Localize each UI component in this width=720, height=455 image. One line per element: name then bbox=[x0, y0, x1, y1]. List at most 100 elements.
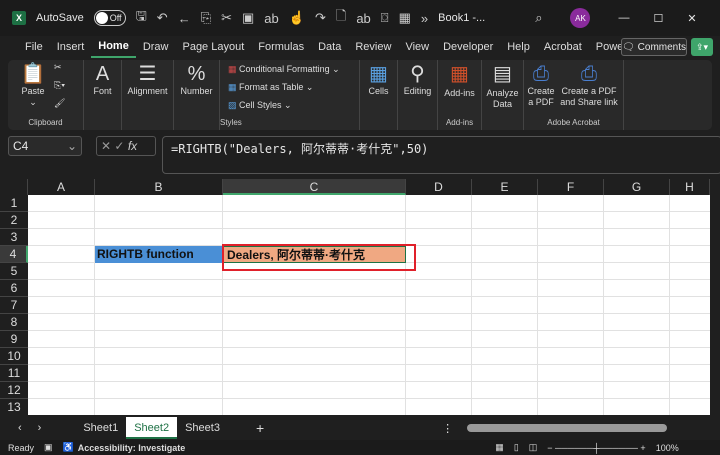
close-button[interactable]: ✕ bbox=[687, 12, 696, 25]
spreadsheet-grid[interactable]: A B C D E F G H 1 2 3 4 5 6 7 8 9 10 11 12 13 RIGHTB… bbox=[0, 179, 710, 415]
row-header-5[interactable]: 5 bbox=[0, 263, 28, 280]
zoom-level[interactable]: 100% bbox=[656, 443, 679, 453]
cell-b4[interactable]: RIGHTB function bbox=[95, 246, 223, 263]
paste-button[interactable]: 📋 Paste ⌄ bbox=[16, 62, 50, 108]
row-header-4[interactable]: 4 bbox=[0, 246, 28, 263]
search-icon[interactable]: ⌕ bbox=[535, 10, 542, 26]
font-group[interactable]: A Font bbox=[84, 60, 122, 130]
name-box[interactable]: C4 ⌄ bbox=[8, 136, 82, 156]
maximize-button[interactable]: ☐ bbox=[653, 12, 663, 25]
normal-view-icon[interactable]: ▦ bbox=[495, 442, 504, 453]
page-break-view-icon[interactable]: ◫ bbox=[529, 442, 538, 453]
scroll-left-icon[interactable]: ‹ bbox=[10, 422, 30, 434]
row-header-2[interactable]: 2 bbox=[0, 212, 28, 229]
strikethrough-icon[interactable]: ab bbox=[356, 11, 370, 26]
create-pdf-button[interactable]: ⎙ Create a PDF bbox=[526, 62, 556, 108]
row-header-7[interactable]: 7 bbox=[0, 297, 28, 314]
row-header-6[interactable]: 6 bbox=[0, 280, 28, 297]
more-options-icon[interactable]: ⋮ bbox=[442, 422, 453, 435]
tab-help[interactable]: Help bbox=[500, 36, 537, 58]
back-icon[interactable]: ← bbox=[178, 11, 191, 26]
tab-view[interactable]: View bbox=[398, 36, 436, 58]
tab-insert[interactable]: Insert bbox=[50, 36, 92, 58]
row-header-8[interactable]: 8 bbox=[0, 314, 28, 331]
row-header-1[interactable]: 1 bbox=[0, 195, 28, 212]
alignment-group[interactable]: ☰ Alignment bbox=[122, 60, 174, 130]
insert-function-icon[interactable]: fx bbox=[128, 139, 137, 153]
row-header-9[interactable]: 9 bbox=[0, 331, 28, 348]
macro-icon[interactable]: ▣ bbox=[44, 442, 53, 453]
format-as-table-button[interactable]: ▦ Format as Table ⌄ bbox=[228, 82, 313, 93]
column-header-b[interactable]: B bbox=[95, 179, 223, 195]
scroll-right-icon[interactable]: › bbox=[30, 422, 50, 434]
tab-formulas[interactable]: Formulas bbox=[251, 36, 311, 58]
tab-draw[interactable]: Draw bbox=[136, 36, 176, 58]
column-header-g[interactable]: G bbox=[604, 179, 670, 195]
create-share-pdf-button[interactable]: ⎙ Create a PDF and Share link bbox=[558, 62, 620, 108]
camera-icon[interactable]: ⌼ bbox=[381, 10, 389, 26]
save-icon[interactable]: 🖫 bbox=[136, 7, 147, 29]
minimize-button[interactable]: — bbox=[618, 12, 629, 24]
more-commands-icon[interactable]: » bbox=[421, 11, 428, 26]
cut-icon[interactable]: ✂ bbox=[221, 10, 232, 26]
cell-styles-button[interactable]: ▨ Cell Styles ⌄ bbox=[228, 100, 292, 111]
comments-button[interactable]: 🗨 Comments bbox=[621, 38, 687, 56]
chevron-down-icon[interactable]: ⌄ bbox=[67, 137, 77, 155]
touch-icon[interactable]: ☝ bbox=[289, 10, 305, 26]
accessibility-button[interactable]: Accessibility: Investigate bbox=[78, 443, 186, 453]
font-icon: A bbox=[95, 63, 110, 85]
column-header-e[interactable]: E bbox=[472, 179, 538, 195]
sheet-tab-3[interactable]: Sheet3 bbox=[177, 422, 228, 434]
cells-group[interactable]: ▦ Cells bbox=[360, 60, 398, 130]
undo-icon[interactable]: ↶ bbox=[157, 10, 168, 26]
row-header-10[interactable]: 10 bbox=[0, 348, 28, 365]
add-sheet-icon[interactable]: + bbox=[248, 420, 272, 436]
tab-page-layout[interactable]: Page Layout bbox=[175, 36, 251, 58]
addins-button[interactable]: Add-ins bbox=[438, 88, 481, 99]
analyze-data-button[interactable]: ▤ Analyze Data bbox=[482, 60, 524, 130]
sheet-tab-2[interactable]: Sheet2 bbox=[126, 417, 178, 439]
formula-input[interactable]: =RIGHTB("Dealers, 阿尔蒂蒂·考什克",50) bbox=[162, 136, 720, 174]
row-header-3[interactable]: 3 bbox=[0, 229, 28, 246]
row-header-13[interactable]: 13 bbox=[0, 399, 28, 415]
column-header-c[interactable]: C bbox=[223, 179, 406, 195]
tab-developer[interactable]: Developer bbox=[436, 36, 500, 58]
tab-home[interactable]: Home bbox=[91, 36, 136, 58]
avatar[interactable]: AK bbox=[570, 8, 591, 28]
editing-group[interactable]: ⚲ Editing bbox=[398, 60, 438, 130]
tab-file[interactable]: File bbox=[18, 36, 50, 58]
sheet-tab-1[interactable]: Sheet1 bbox=[75, 422, 126, 434]
zoom-slider[interactable]: − ──────┼────── + bbox=[547, 443, 645, 453]
spelling-icon[interactable]: ab bbox=[264, 11, 278, 26]
column-header-a[interactable]: A bbox=[28, 179, 95, 195]
vertical-scrollbar[interactable] bbox=[710, 179, 720, 415]
number-group[interactable]: % Number bbox=[174, 60, 220, 130]
copy-icon[interactable]: ⎘ bbox=[201, 10, 211, 26]
cancel-icon[interactable]: ✕ bbox=[101, 139, 111, 153]
enter-icon[interactable]: ✓ bbox=[114, 139, 124, 153]
row-header-12[interactable]: 12 bbox=[0, 382, 28, 399]
column-header-h[interactable]: H bbox=[670, 179, 710, 195]
clipboard-group: 📋 Paste ⌄ ✂ ⎘▾ 🖌 Clipboard bbox=[8, 60, 84, 130]
horizontal-scrollbar[interactable] bbox=[467, 424, 668, 432]
column-header-d[interactable]: D bbox=[406, 179, 472, 195]
tab-data[interactable]: Data bbox=[311, 36, 348, 58]
page-layout-view-icon[interactable]: ▯ bbox=[514, 442, 519, 453]
addins-icon[interactable]: ▦ bbox=[438, 62, 481, 86]
form-icon[interactable]: ▦ bbox=[399, 10, 411, 26]
new-file-icon[interactable]: 🗋 bbox=[336, 7, 346, 29]
cut-icon[interactable]: ✂ bbox=[54, 62, 62, 73]
column-header-f[interactable]: F bbox=[538, 179, 604, 195]
autosave-toggle[interactable]: Off bbox=[93, 10, 126, 26]
row-header-11[interactable]: 11 bbox=[0, 365, 28, 382]
tab-acrobat[interactable]: Acrobat bbox=[537, 36, 589, 58]
tab-review[interactable]: Review bbox=[348, 36, 398, 58]
copy-icon[interactable]: ⎘▾ bbox=[54, 80, 65, 91]
select-all-button[interactable] bbox=[0, 179, 28, 195]
picture-icon[interactable]: ▣ bbox=[242, 10, 254, 26]
conditional-formatting-button[interactable]: ▦ Conditional Formatting ⌄ bbox=[228, 64, 340, 75]
share-button[interactable]: ⇪▾ bbox=[691, 38, 713, 56]
format-painter-icon[interactable]: 🖌 bbox=[54, 98, 65, 109]
redo-icon[interactable]: ↷ bbox=[315, 10, 326, 26]
alignment-label: Alignment bbox=[127, 86, 168, 96]
